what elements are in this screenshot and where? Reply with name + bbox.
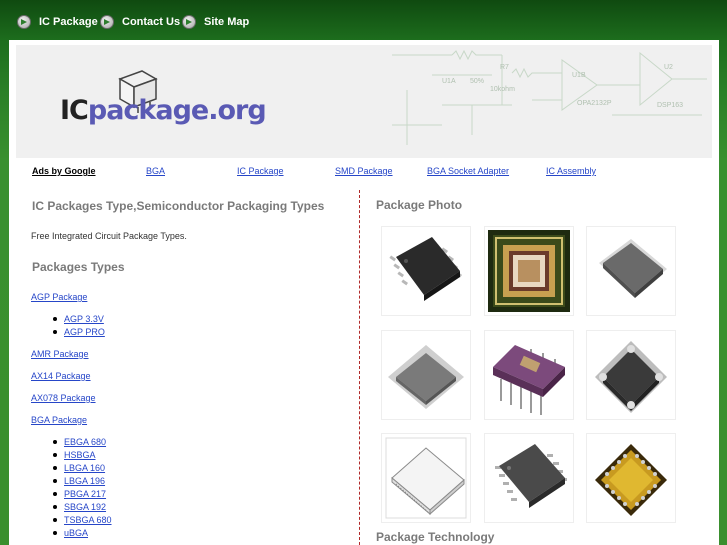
list-bullet [53, 317, 57, 321]
nav-ic-package-label: IC Package [39, 16, 98, 28]
list-bullet [53, 466, 57, 470]
circuit-label-pct: 50% [470, 78, 484, 85]
arrow-circle-icon [100, 15, 114, 29]
sub-link-tsbga-680[interactable]: TSBGA 680 [64, 515, 112, 525]
page-description: Free Integrated Circuit Package Types. [31, 231, 187, 241]
qfp-chip-image[interactable] [586, 226, 676, 316]
packages-types-heading: Packages Types [32, 260, 125, 274]
linkbar-smd-package[interactable]: SMD Package [335, 166, 393, 176]
ads-by-google-link[interactable]: Ads by Google [32, 166, 96, 176]
list-bullet [53, 531, 57, 535]
qfp-chip-icon [599, 239, 667, 298]
circuit-label-u2: U2 [664, 64, 673, 71]
sub-link-agp-3-3v[interactable]: AGP 3.3V [64, 314, 104, 324]
list-bullet [53, 492, 57, 496]
package-technology-heading: Package Technology [376, 530, 495, 544]
link-bar: Ads by Google BGA IC Package SMD Package… [16, 160, 712, 182]
sub-link-ebga-680[interactable]: EBGA 680 [64, 437, 106, 447]
package-photo-heading: Package Photo [376, 198, 463, 212]
circuit-label-ohm: 10kohm [490, 86, 515, 93]
site-header: R7 10kohm U1A U1B U2 50% OPA2132P DSP163 [16, 45, 712, 158]
top-navigation: IC Package Contact Us Site Map [0, 0, 727, 40]
cerdip-chip-image[interactable] [484, 330, 574, 420]
sub-link-hsbga[interactable]: HSBGA [64, 450, 96, 460]
circuit-label-u1b: U1B [572, 72, 586, 79]
circuit-label-u1a: U1A [442, 78, 456, 85]
circuit-label-dsp: DSP163 [657, 102, 683, 109]
page-container: R7 10kohm U1A U1B U2 50% OPA2132P DSP163 [9, 40, 719, 545]
circuit-diagram-decoration: R7 10kohm U1A U1B U2 50% OPA2132P DSP163 [392, 49, 707, 145]
nav-ic-package[interactable]: IC Package [17, 13, 98, 31]
tqfp-chip-image[interactable] [381, 330, 471, 420]
arrow-circle-icon [182, 15, 196, 29]
qfn-chip-icon [595, 341, 667, 413]
package-link-amr[interactable]: AMR Package [31, 349, 89, 359]
sub-link-agp-pro[interactable]: AGP PRO [64, 327, 105, 337]
site-logo[interactable]: ICpackage.org [56, 65, 267, 145]
arrow-circle-icon [17, 15, 31, 29]
plcc-gold-image[interactable] [586, 433, 676, 523]
package-link-ax14[interactable]: AX14 Package [31, 371, 91, 381]
sub-link-lbga-160[interactable]: LBGA 160 [64, 463, 105, 473]
soic-chip-icon [389, 237, 463, 301]
list-bullet [53, 479, 57, 483]
page-title: IC Packages Type,Semiconductor Packaging… [32, 199, 325, 213]
nav-site-map[interactable]: Site Map [182, 13, 249, 31]
cerdip-chip-icon [493, 345, 565, 415]
soic-chip-image[interactable] [381, 226, 471, 316]
list-bullet [53, 453, 57, 457]
column-divider [359, 190, 360, 545]
sub-link-sbga-192[interactable]: SBGA 192 [64, 502, 106, 512]
circuit-label-r7: R7 [500, 64, 509, 71]
tsop-chip-image[interactable] [381, 433, 471, 523]
linkbar-bga[interactable]: BGA [146, 166, 165, 176]
linkbar-bga-socket-adapter[interactable]: BGA Socket Adapter [427, 166, 509, 176]
list-bullet [53, 440, 57, 444]
tsop-chip-icon [385, 437, 467, 519]
package-link-ax078[interactable]: AX078 Package [31, 393, 96, 403]
nav-contact-us-label: Contact Us [122, 16, 181, 28]
logo-text-package: package.org [87, 95, 267, 126]
logo-text-ic: IC [60, 95, 89, 126]
list-bullet [53, 505, 57, 509]
linkbar-ic-package[interactable]: IC Package [237, 166, 284, 176]
linkbar-ic-assembly[interactable]: IC Assembly [546, 166, 596, 176]
package-link-agp[interactable]: AGP Package [31, 292, 87, 302]
logo-text: ICpackage.org [60, 95, 267, 126]
nav-site-map-label: Site Map [204, 16, 250, 28]
circuit-label-opa: OPA2132P [577, 100, 612, 107]
sop-chip-image[interactable] [484, 433, 574, 523]
sub-link-ubga[interactable]: uBGA [64, 528, 88, 538]
list-bullet [53, 518, 57, 522]
package-link-bga[interactable]: BGA Package [31, 415, 87, 425]
plcc-gold-icon [595, 444, 667, 516]
nav-contact-us[interactable]: Contact Us [100, 13, 180, 31]
sub-link-pbga-217[interactable]: PBGA 217 [64, 489, 106, 499]
bga-die-image[interactable] [484, 226, 574, 316]
qfn-chip-image[interactable] [586, 330, 676, 420]
sop-chip-icon [495, 444, 567, 508]
sub-link-lbga-196[interactable]: LBGA 196 [64, 476, 105, 486]
tqfp-chip-icon [388, 345, 464, 409]
bga-die-icon [488, 230, 570, 312]
list-bullet [53, 330, 57, 334]
